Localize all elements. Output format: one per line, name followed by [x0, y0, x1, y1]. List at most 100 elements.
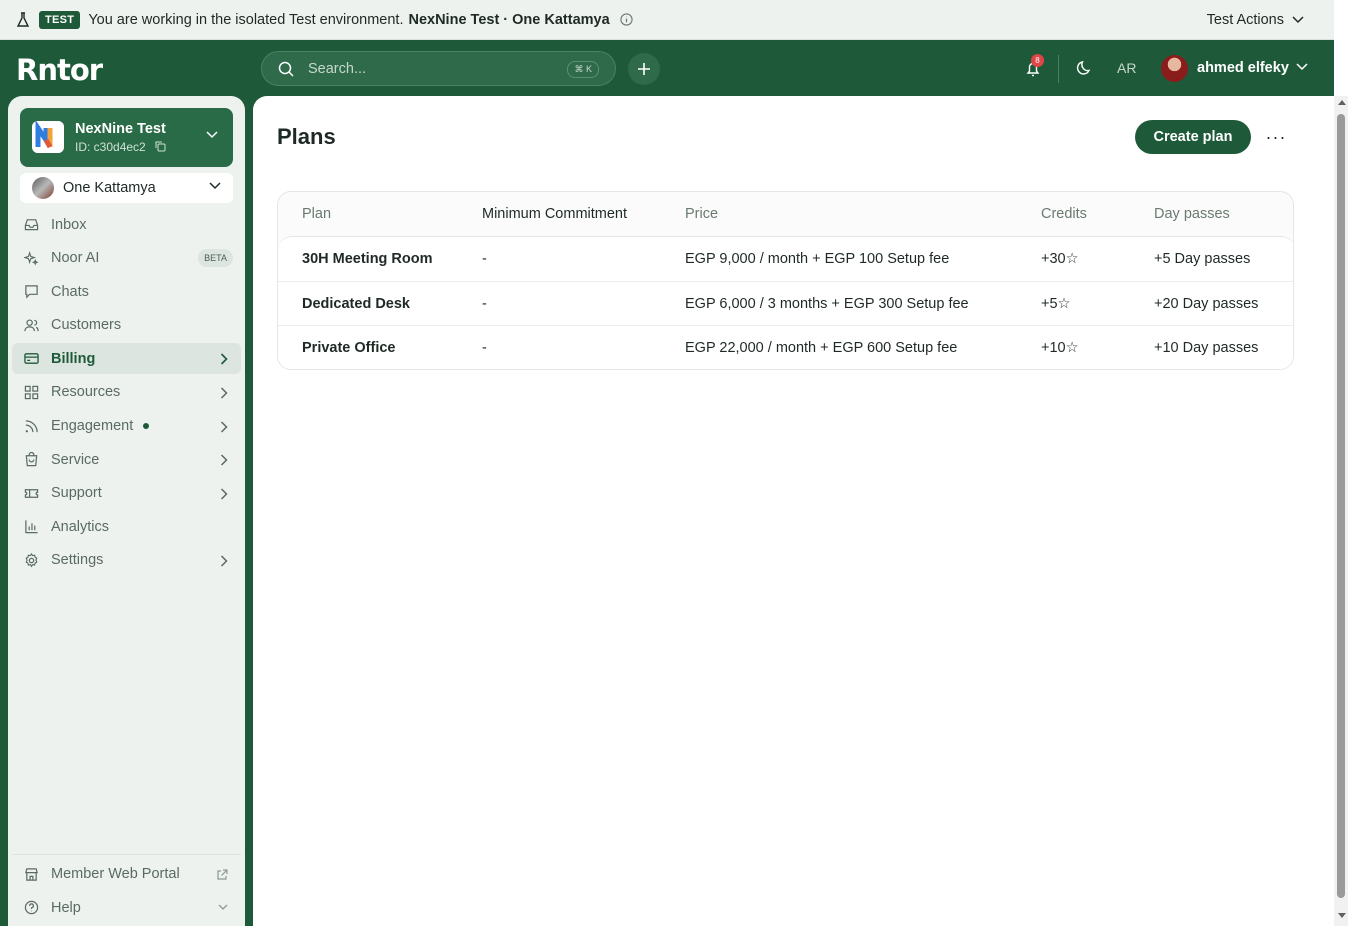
- more-options-button[interactable]: ···: [1263, 124, 1289, 150]
- create-plan-button[interactable]: Create plan: [1135, 120, 1251, 154]
- test-actions-label: Test Actions: [1206, 12, 1284, 28]
- sidebar-item-support[interactable]: Support: [12, 478, 241, 509]
- chevron-right-icon: [220, 353, 228, 365]
- cell-minimum-commitment: -: [482, 251, 487, 267]
- sidebar-item-analytics[interactable]: Analytics: [12, 511, 241, 542]
- sidebar-item-billing[interactable]: Billing: [12, 343, 241, 375]
- test-actions-dropdown[interactable]: Test Actions: [1207, 0, 1304, 40]
- sidebar-item-label: Chats: [51, 283, 89, 300]
- sidebar-item-label: Customers: [51, 317, 122, 334]
- credit-card-icon: [24, 353, 39, 365]
- user-avatar[interactable]: [1161, 55, 1188, 82]
- chevron-right-icon: [220, 555, 228, 567]
- sidebar-item-member-web-portal[interactable]: Member Web Portal: [12, 859, 241, 890]
- sidebar-item-label: Noor AI: [51, 250, 100, 267]
- external-link-icon: [217, 869, 228, 880]
- column-header-day-passes[interactable]: Day passes: [1154, 206, 1230, 222]
- chevron-right-icon: [220, 387, 228, 399]
- chevron-right-icon: [220, 421, 228, 433]
- info-icon[interactable]: [620, 13, 633, 26]
- nexnine-logo-icon: [32, 121, 64, 153]
- moon-icon[interactable]: [1076, 59, 1094, 77]
- sidebar-item-chats[interactable]: Chats: [12, 276, 241, 307]
- sidebar-item-inbox[interactable]: Inbox: [12, 209, 241, 240]
- location-switcher[interactable]: One Kattamya: [20, 173, 233, 203]
- scroll-up-arrow[interactable]: [1338, 100, 1346, 105]
- sidebar-item-label: Resources: [51, 384, 121, 401]
- language-toggle[interactable]: AR: [1117, 60, 1136, 76]
- users-icon: [24, 319, 39, 331]
- cell-price: EGP 6,000 / 3 months + EGP 300 Setup fee: [685, 295, 969, 312]
- sidebar-item-customers[interactable]: Customers: [12, 310, 241, 341]
- user-name[interactable]: ahmed elfeky: [1197, 60, 1289, 76]
- sidebar-item-label: Engagement: [51, 418, 134, 435]
- copy-icon[interactable]: [155, 141, 166, 152]
- chevron-right-icon: [220, 488, 228, 500]
- location-avatar: [32, 177, 54, 199]
- test-environment-banner: TEST You are working in the isolated Tes…: [0, 0, 1334, 40]
- sidebar-item-noor-ai[interactable]: Noor AI BETA: [12, 243, 241, 274]
- table-row[interactable]: Private Office - EGP 22,000 / month + EG…: [278, 326, 1293, 369]
- grid-icon: [24, 385, 39, 400]
- quick-add-button[interactable]: [628, 53, 660, 85]
- sidebar-item-label: Support: [51, 485, 102, 502]
- main-content: Plans Create plan ··· Plan Minimum Commi…: [253, 96, 1334, 926]
- chevron-right-icon: [220, 454, 228, 466]
- chevron-down-icon: [206, 131, 218, 139]
- chevron-down-icon: [1292, 16, 1304, 24]
- cell-day-passes: +10 Day passes: [1154, 340, 1259, 356]
- notification-count-badge: 8: [1031, 54, 1044, 67]
- sidebar-bottom: Member Web Portal Help: [12, 853, 241, 926]
- sidebar-item-label: Member Web Portal: [51, 866, 180, 883]
- column-header-credits[interactable]: Credits: [1041, 206, 1087, 222]
- table-header: Plan Minimum Commitment Price Credits Da…: [278, 192, 1293, 236]
- test-badge: TEST: [39, 10, 81, 29]
- cell-minimum-commitment: -: [482, 340, 487, 356]
- cell-day-passes: +20 Day passes: [1154, 295, 1259, 312]
- sidebar-item-help[interactable]: Help: [12, 892, 241, 923]
- inbox-icon: [24, 219, 39, 231]
- column-header-price[interactable]: Price: [685, 206, 718, 222]
- sidebar-item-settings[interactable]: Settings: [12, 545, 241, 576]
- store-icon: [25, 868, 38, 881]
- cell-credits: +10☆: [1041, 340, 1079, 356]
- cell-plan: Dedicated Desk: [302, 295, 410, 312]
- sidebar-item-service[interactable]: Service: [12, 444, 241, 475]
- sidebar-item-engagement[interactable]: Engagement: [12, 411, 241, 442]
- sidebar: NexNine Test ID: c30d4ec2 One Kattamya I…: [8, 96, 245, 926]
- table-row[interactable]: Dedicated Desk - EGP 6,000 / 3 months + …: [278, 282, 1293, 326]
- column-header-minimum-commitment[interactable]: Minimum Commitment: [482, 206, 627, 222]
- plus-icon: [638, 63, 650, 75]
- ticket-icon: [24, 488, 39, 498]
- cell-minimum-commitment: -: [482, 295, 487, 312]
- sidebar-item-label: Analytics: [51, 518, 110, 535]
- org-logo: [32, 121, 64, 153]
- app-logo[interactable]: Rntor: [16, 53, 103, 87]
- org-switcher[interactable]: NexNine Test ID: c30d4ec2: [20, 108, 233, 167]
- banner-message: You are working in the isolated Test env…: [88, 11, 404, 28]
- chevron-down-icon[interactable]: [1296, 63, 1308, 71]
- help-circle-icon: [24, 901, 39, 915]
- sidebar-item-label: Billing: [51, 350, 96, 367]
- cell-credits: +5☆: [1041, 295, 1071, 312]
- sidebar-item-resources[interactable]: Resources: [12, 377, 241, 408]
- cell-price: EGP 9,000 / month + EGP 100 Setup fee: [685, 251, 950, 267]
- plans-table: Plan Minimum Commitment Price Credits Da…: [277, 191, 1294, 370]
- banner-environment: NexNine Test · One Kattamya: [408, 11, 610, 28]
- column-header-plan[interactable]: Plan: [302, 206, 331, 222]
- sidebar-nav: Inbox Noor AI BETA Chats Customers Billi…: [12, 209, 241, 579]
- header-divider: [1058, 55, 1059, 83]
- scrollbar-thumb[interactable]: [1337, 114, 1345, 898]
- sidebar-item-label: Service: [51, 451, 100, 468]
- flask-icon: [16, 11, 30, 27]
- location-name: One Kattamya: [63, 180, 156, 196]
- table-body: 30H Meeting Room - EGP 9,000 / month + E…: [278, 236, 1293, 369]
- org-name: NexNine Test: [75, 121, 166, 137]
- org-id: ID: c30d4ec2: [75, 140, 166, 154]
- table-row[interactable]: 30H Meeting Room - EGP 9,000 / month + E…: [278, 237, 1293, 282]
- banner-scroll-area: [1334, 0, 1348, 96]
- scroll-down-arrow[interactable]: [1338, 913, 1346, 918]
- search-input[interactable]: Search... ⌘ K: [261, 51, 616, 86]
- sidebar-item-label: Help: [51, 899, 81, 916]
- search-placeholder: Search...: [308, 60, 367, 77]
